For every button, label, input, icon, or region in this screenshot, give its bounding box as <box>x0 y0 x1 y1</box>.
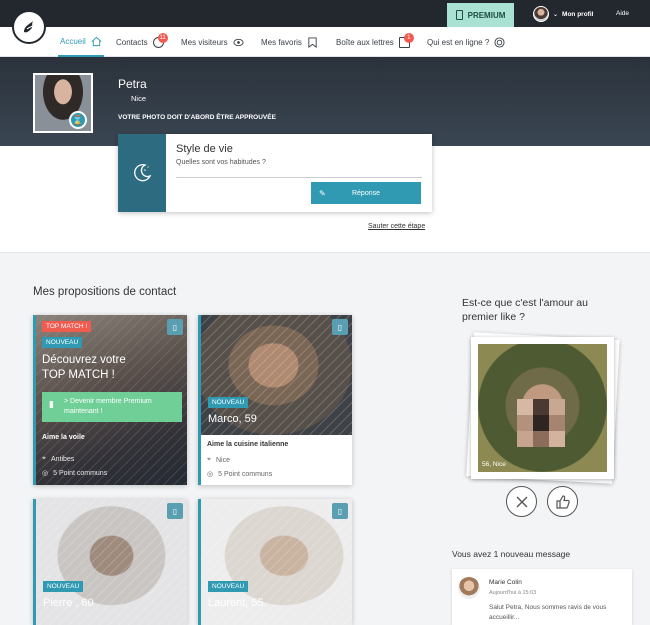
pixelated-face <box>517 399 565 447</box>
message-preview[interactable]: Marie Colin Aujourd'hui à 15:03 Salut Pe… <box>452 569 632 625</box>
top-match-tag: TOP MATCH ! <box>42 321 92 332</box>
dislike-button[interactable] <box>506 486 537 517</box>
mail-icon: 1 <box>398 32 414 48</box>
main-nav: Accueil Contacts 11 Mes visiteurs Mes fa… <box>0 27 650 57</box>
profile-name-age: Pierre , 60 <box>43 597 94 609</box>
tab-label: Accueil <box>60 36 86 46</box>
help-link[interactable]: Aide <box>616 10 629 17</box>
profile-banner <box>0 57 650 146</box>
like-game-title: Est-ce que c'est l'amour au premier like… <box>462 297 588 323</box>
become-premium-button[interactable]: ▮ > Devenir membre Premium maintenant ! <box>42 392 182 422</box>
lifestyle-title: Style de vie <box>176 143 233 155</box>
avatar <box>533 6 549 22</box>
tab-favorites[interactable]: Mes favoris <box>261 27 318 57</box>
profile-name-age: Marco, 59 <box>208 413 257 425</box>
tab-label: Mes visiteurs <box>181 37 228 47</box>
home-icon <box>91 36 102 46</box>
eye-icon <box>233 38 244 46</box>
tab-contacts[interactable]: Contacts 11 <box>116 27 168 57</box>
medal-icon <box>455 10 463 20</box>
profile-name: Petra <box>118 77 147 91</box>
top-match-card[interactable]: ▯ TOP MATCH ! NOUVEAU Découvrez votre TO… <box>33 315 187 485</box>
common-points: ◎ 5 Point communs <box>42 469 108 478</box>
tab-visitors[interactable]: Mes visiteurs <box>181 27 244 57</box>
proposal-card-laurent[interactable]: ▯ NOUVEAU Laurent, 55 <box>198 499 352 625</box>
new-tag: NOUVEAU <box>208 581 249 592</box>
profile-city: Nice <box>131 94 147 103</box>
bookmark-icon[interactable]: ▯ <box>167 503 183 519</box>
chevron-down-icon: ⌄ <box>553 11 559 18</box>
medal-icon: ▮ <box>49 399 54 409</box>
moon-icon <box>118 134 166 212</box>
reply-label: Réponse <box>351 189 381 197</box>
lifestyle-question: Quelles sont vos habitudes ? <box>176 159 266 166</box>
new-tag: NOUVEAU <box>42 337 83 348</box>
message-date: Aujourd'hui à 15:03 <box>489 590 537 596</box>
tab-label: Qui est en ligne ? <box>427 37 490 47</box>
city-info: ⌖ Nice <box>207 456 230 464</box>
contacts-icon: 11 <box>152 32 168 48</box>
profile-label: Mon profil <box>562 10 594 18</box>
swan-logo-icon <box>24 21 35 33</box>
premium-label: PREMIUM <box>467 10 506 20</box>
proposal-card-pierre[interactable]: ▯ NOUVEAU Pierre , 60 <box>33 499 187 625</box>
tab-label: Contacts <box>116 37 148 47</box>
reply-button[interactable]: ✎ Réponse <box>311 182 421 204</box>
location-pin-icon: ⌖ <box>42 455 46 462</box>
close-icon <box>516 496 527 507</box>
premium-button[interactable]: PREMIUM <box>447 3 514 27</box>
bookmark-icon[interactable]: ▯ <box>167 319 183 335</box>
tab-mailbox[interactable]: Boîte aux lettres 1 <box>336 27 414 57</box>
headline-line: TOP MATCH ! <box>42 369 115 381</box>
tab-label: Boîte aux lettres <box>336 37 394 47</box>
eye-icon: ◎ <box>207 471 214 478</box>
city-text: Nice <box>215 456 230 464</box>
photo-caption: 56, Nice <box>482 461 506 468</box>
bookmark-icon[interactable]: ▯ <box>332 319 348 335</box>
bookmark-icon[interactable]: ▯ <box>332 503 348 519</box>
like-button[interactable] <box>547 486 578 517</box>
tab-accueil[interactable]: Accueil <box>58 27 104 57</box>
bookmark-icon <box>308 36 317 48</box>
common-text: 5 Point communs <box>53 469 108 477</box>
photo-approval-notice: VOTRE PHOTO DOIT D'ABORD ÊTRE APPROUVÉE <box>118 114 276 121</box>
message-text: Salut Petra, Nous sommes ravis de vous a… <box>489 604 607 621</box>
new-tag: NOUVEAU <box>208 397 249 408</box>
location-pin-icon: ⌖ <box>207 456 211 463</box>
sender-name: Marie Colin <box>489 579 522 586</box>
site-logo[interactable] <box>12 10 46 44</box>
top-match-headline: Découvrez votre TOP MATCH ! <box>42 353 126 383</box>
like-game-photo[interactable]: 56, Nice <box>471 337 614 479</box>
proposals-title: Mes propositions de contact <box>33 286 177 298</box>
profile-menu[interactable]: ⌄ Mon profil <box>533 6 593 22</box>
hobby-text: Aime la voile <box>42 434 85 441</box>
pencil-icon: ✎ <box>319 188 326 198</box>
lifestyle-card: Style de vie Quelles sont vos habitudes … <box>118 134 432 212</box>
messages-title: Vous avez 1 nouveau message <box>452 549 571 559</box>
headline-line: Découvrez votre <box>42 354 126 366</box>
divider <box>176 177 422 178</box>
hobby-text: Aime la cuisine italienne <box>207 441 289 448</box>
city-info: ⌖ Antibes <box>42 455 74 463</box>
notification-badge: 11 <box>157 32 168 43</box>
avatar <box>458 577 480 599</box>
notification-badge: 1 <box>403 32 414 43</box>
radar-icon <box>494 36 505 48</box>
tab-label: Mes favoris <box>261 37 302 47</box>
hourglass-icon: ⌛ <box>69 111 87 129</box>
eye-icon: ◎ <box>42 470 49 477</box>
common-text: 5 Point communs <box>218 470 273 478</box>
cta-label: > Devenir membre Premium maintenant ! <box>64 398 152 415</box>
profile-name-age: Laurent, 55 <box>208 597 264 609</box>
proposal-card-marco[interactable]: ▯ NOUVEAU Marco, 59 Aime la cuisine ital… <box>198 315 352 485</box>
city-text: Antibes <box>50 455 75 463</box>
tab-online[interactable]: Qui est en ligne ? <box>427 27 505 57</box>
common-points: ◎ 5 Point communs <box>207 470 273 479</box>
new-tag: NOUVEAU <box>43 581 84 592</box>
skip-step-link[interactable]: Sauter cette étape <box>368 223 425 230</box>
thumbs-up-icon <box>555 494 570 509</box>
